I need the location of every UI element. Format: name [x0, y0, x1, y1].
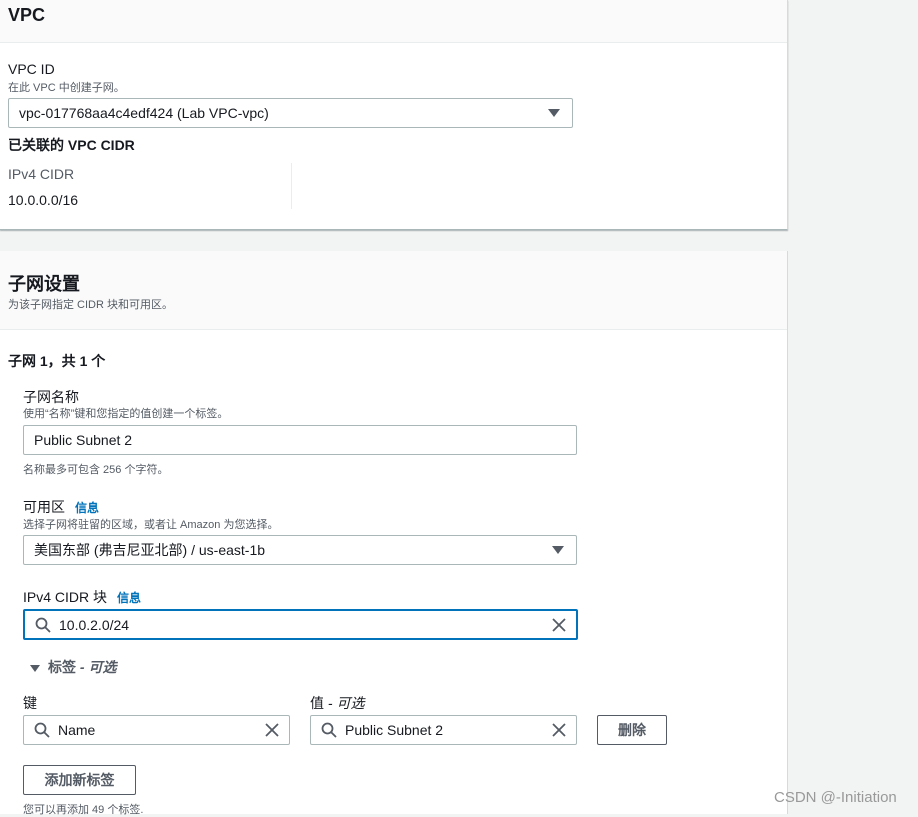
tag-value-optional-label: - 可选 — [327, 695, 365, 711]
column-divider — [291, 163, 292, 209]
ipv4-cidr-label: IPv4 CIDR — [8, 166, 75, 182]
tag-key-label: 键 — [23, 695, 37, 711]
caret-down-icon — [552, 546, 564, 554]
subnet-panel-title: 子网设置 — [8, 274, 80, 294]
tag-value-input[interactable]: Public Subnet 2 — [310, 715, 577, 745]
caret-down-icon — [548, 109, 560, 117]
ipv4-cidr-block-label: IPv4 CIDR 块信息 — [23, 587, 141, 607]
tag-key-input[interactable]: Name — [23, 715, 290, 745]
availability-zone-label: 可用区 信息 — [23, 497, 99, 517]
availability-zone-value: 美国东部 (弗吉尼亚北部) / us-east-1b — [34, 542, 266, 558]
subnet-name-input[interactable]: Public Subnet 2 — [23, 425, 577, 455]
subnet-name-label: 子网名称 — [23, 389, 79, 405]
tag-value-label: 值 - 可选 — [310, 693, 364, 713]
tag-value-value: Public Subnet 2 — [345, 722, 444, 738]
subnet-counter: 子网 1，共 1 个 — [8, 353, 106, 369]
tags-expander[interactable]: 标签 - 可选 — [30, 657, 116, 677]
availability-zone-label-text: 可用区 — [23, 499, 65, 515]
remove-tag-button[interactable]: 删除 — [597, 715, 667, 745]
vpc-id-description: 在此 VPC 中创建子网。 — [8, 82, 125, 94]
tag-value-label-text: 值 — [310, 695, 324, 711]
tag-key-value: Name — [58, 722, 96, 738]
availability-zone-info-link[interactable]: 信息 — [75, 501, 99, 515]
tags-remaining-hint: 您可以再添加 49 个标签. — [23, 804, 144, 816]
watermark: CSDN @-Initiation — [774, 789, 897, 806]
search-icon — [35, 617, 51, 633]
vpc-panel-title: VPC — [8, 5, 46, 25]
ipv4-cidr-block-input[interactable]: 10.0.2.0/24 — [23, 609, 578, 640]
subnet-panel-description: 为该子网指定 CIDR 块和可用区。 — [8, 299, 173, 311]
subnet-name-description: 使用“名称”键和您指定的值创建一个标签。 — [23, 408, 229, 420]
associated-cidr-heading: 已关联的 VPC CIDR — [8, 137, 135, 153]
clear-icon[interactable] — [551, 617, 567, 633]
ipv4-cidr-block-label-text: IPv4 CIDR 块 — [23, 589, 108, 605]
ipv4-cidr-block-value: 10.0.2.0/24 — [59, 616, 130, 633]
search-icon — [321, 722, 337, 738]
search-icon — [34, 722, 50, 738]
subnet-panel-header: 子网设置 为该子网指定 CIDR 块和可用区。 — [0, 251, 787, 330]
caret-down-icon — [30, 664, 40, 672]
vpc-id-selected-value: vpc-017768aa4c4edf424 (Lab VPC-vpc) — [19, 105, 269, 121]
subnet-name-hint: 名称最多可包含 256 个字符。 — [23, 464, 169, 476]
subnet-name-value: Public Subnet 2 — [34, 432, 133, 448]
tags-optional-label: - 可选 — [79, 659, 117, 675]
subnet-settings-panel: 子网设置 为该子网指定 CIDR 块和可用区。 子网 1，共 1 个 子网名称 … — [0, 251, 788, 816]
vpc-panel: VPC VPC ID 在此 VPC 中创建子网。 vpc-017768aa4c4… — [0, 0, 788, 230]
ipv4-cidr-value: 10.0.0.0/16 — [8, 192, 79, 208]
clear-icon[interactable] — [551, 722, 567, 738]
vpc-id-label: VPC ID — [8, 61, 55, 77]
ipv4-cidr-block-info-link[interactable]: 信息 — [117, 591, 141, 605]
add-new-tag-button[interactable]: 添加新标签 — [23, 765, 136, 795]
vpc-id-select[interactable]: vpc-017768aa4c4edf424 (Lab VPC-vpc) — [8, 98, 573, 128]
clear-icon[interactable] — [264, 722, 280, 738]
vpc-panel-header: VPC — [0, 0, 787, 43]
availability-zone-description: 选择子网将驻留的区域，或者让 Amazon 为您选择。 — [23, 519, 279, 531]
availability-zone-select[interactable]: 美国东部 (弗吉尼亚北部) / us-east-1b — [23, 535, 577, 565]
tags-expander-label: 标签 — [48, 659, 76, 675]
